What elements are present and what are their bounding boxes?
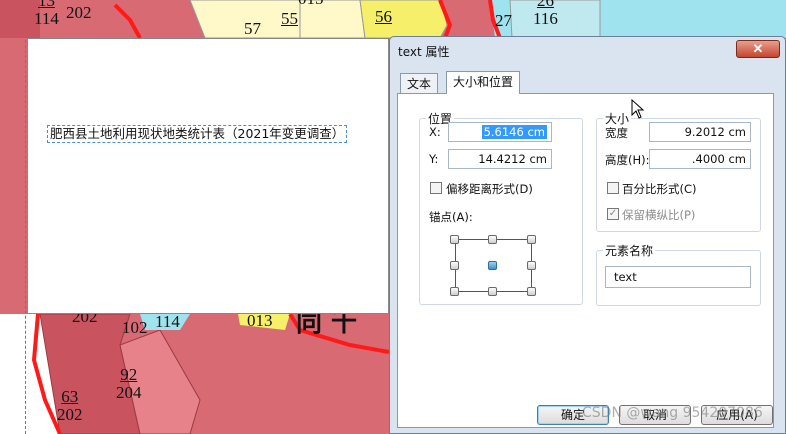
parcel-label: 55 xyxy=(281,9,298,28)
close-button[interactable]: ✕ xyxy=(736,40,780,58)
parcel-label: 63 202 xyxy=(57,387,83,424)
width-label: 宽度 xyxy=(605,126,628,140)
page-margin-guide xyxy=(25,0,26,434)
x-label: X: xyxy=(429,125,441,139)
anchor-top-right[interactable] xyxy=(527,235,536,244)
y-position-input[interactable]: 14.4212 cm xyxy=(448,149,552,169)
parcel-label: 27 xyxy=(495,11,512,30)
element-name-title: 元素名称 xyxy=(603,242,656,259)
anchor-bottom-center[interactable] xyxy=(488,287,497,296)
anchor-middle-right[interactable] xyxy=(527,261,536,270)
parcel-label: 26 116 xyxy=(533,0,558,28)
anchor-label: 锚点(A): xyxy=(429,210,473,224)
percent-checkbox[interactable] xyxy=(607,182,619,194)
parcel-label: 57 xyxy=(244,19,261,38)
watermark: CSDN @wang 954207086 xyxy=(582,405,763,421)
percent-label: 百分比形式(C) xyxy=(622,182,697,196)
parcel-label: 013 xyxy=(247,311,273,330)
parcel-label: 56 xyxy=(375,7,392,26)
height-label: 高度(H): xyxy=(605,153,650,167)
parcel-label: 102 xyxy=(122,318,148,337)
tab-size-position[interactable]: 大小和位置 xyxy=(446,71,521,94)
keep-ratio-label: 保留横纵比(P) xyxy=(622,208,696,222)
offset-checkbox[interactable] xyxy=(430,182,442,194)
anchor-bottom-right[interactable] xyxy=(527,287,536,296)
anchor-center[interactable] xyxy=(488,261,497,270)
parcel-label: 202 xyxy=(66,3,92,22)
keep-ratio-checkbox[interactable]: ✓ xyxy=(607,208,619,220)
element-name-input[interactable]: text xyxy=(605,266,751,288)
width-input[interactable]: 9.2012 cm xyxy=(649,122,751,142)
tab-text[interactable]: 文本 xyxy=(400,73,439,93)
parcel-label: 13 114 xyxy=(34,0,59,28)
layout-page-area[interactable]: 肥西县土地利用现状地类统计表（2021年变更调查） xyxy=(27,38,389,314)
selected-text-element[interactable]: 肥西县土地利用现状地类统计表（2021年变更调查） xyxy=(47,125,348,143)
x-position-input[interactable]: 5.6146 cm xyxy=(448,122,552,142)
y-label: Y: xyxy=(429,152,439,166)
parcel-label: 92 204 xyxy=(116,365,142,402)
anchor-top-center[interactable] xyxy=(488,235,497,244)
dialog-title: text 属性 xyxy=(398,45,450,59)
offset-label: 偏移距离形式(D) xyxy=(446,182,533,196)
anchor-bottom-left[interactable] xyxy=(450,287,459,296)
anchor-top-left[interactable] xyxy=(450,235,459,244)
height-input[interactable]: .4000 cm xyxy=(649,149,751,169)
parcel-label: 015 xyxy=(298,0,324,8)
anchor-middle-left[interactable] xyxy=(450,261,459,270)
parcel-label: 114 xyxy=(155,312,180,331)
mouse-cursor-icon xyxy=(631,98,645,124)
close-icon: ✕ xyxy=(752,41,764,56)
